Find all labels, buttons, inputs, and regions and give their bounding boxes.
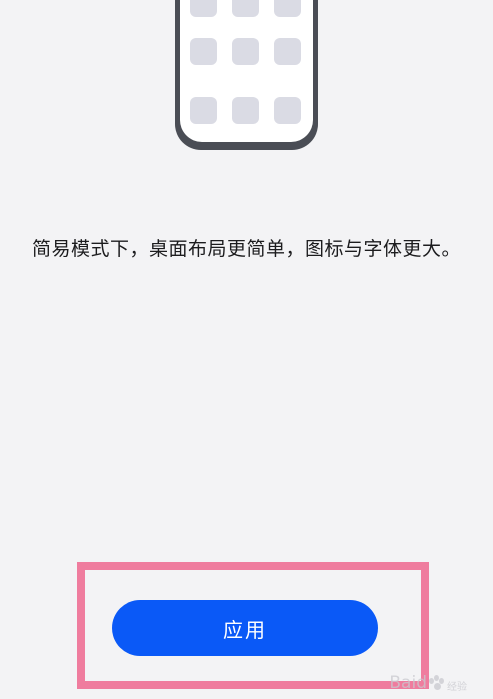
watermark-text: Baid bbox=[389, 672, 427, 693]
apply-button[interactable]: 应用 bbox=[112, 600, 378, 656]
app-icon bbox=[190, 97, 217, 124]
watermark: Baid 经验 bbox=[389, 672, 467, 694]
phone-screen bbox=[180, 0, 313, 142]
watermark-suffix: 经验 bbox=[447, 682, 467, 693]
app-icon bbox=[190, 0, 217, 17]
app-icon bbox=[274, 97, 301, 124]
baidu-paw-icon bbox=[429, 674, 445, 691]
app-icon bbox=[274, 38, 301, 65]
app-icon bbox=[232, 97, 259, 124]
simple-mode-description: 简易模式下，桌面布局更简单，图标与字体更大。 bbox=[31, 238, 461, 260]
app-icon bbox=[190, 38, 217, 65]
phone-illustration bbox=[175, 0, 318, 150]
app-icon bbox=[232, 38, 259, 65]
app-icon bbox=[232, 0, 259, 17]
app-icon bbox=[274, 0, 301, 17]
